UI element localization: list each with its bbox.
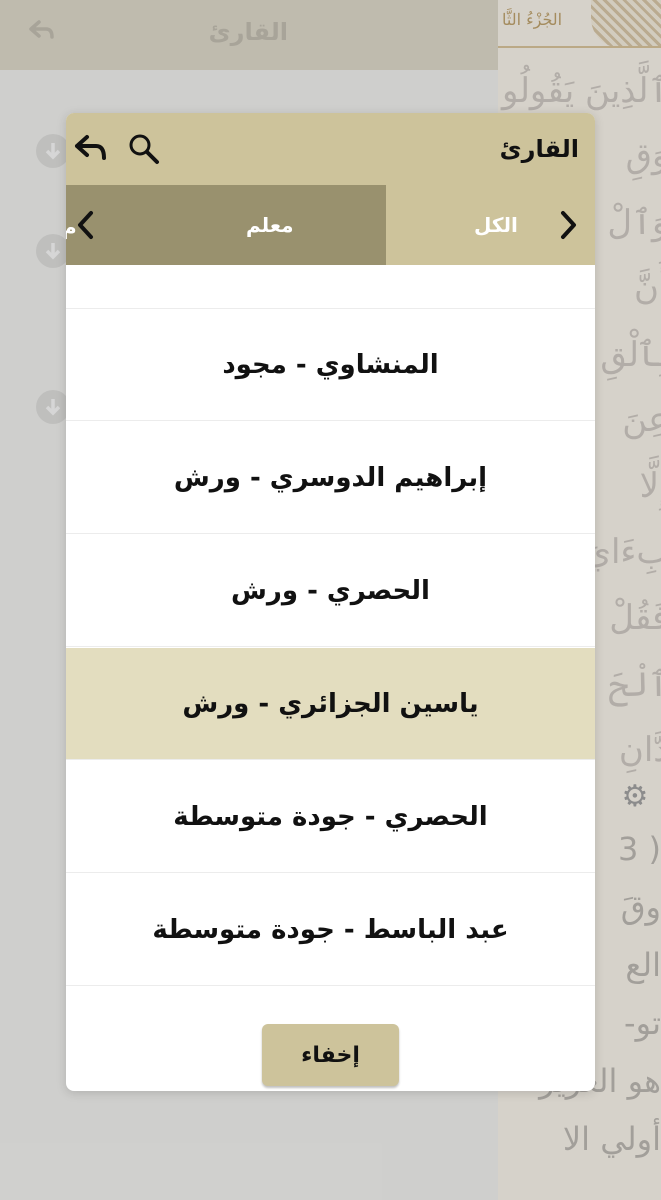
reciter-item[interactable]: عبد الباسط - جودة متوسطة bbox=[66, 874, 595, 986]
reciter-name: الحصري - جودة متوسطة bbox=[173, 801, 488, 832]
dialog-header: القارئ bbox=[66, 113, 595, 185]
back-arrow-icon[interactable] bbox=[72, 131, 110, 165]
dialog-title: القارئ bbox=[499, 135, 579, 163]
reciter-list[interactable]: المنشاوي - مجود إبراهيم الدوسري - ورش الحص… bbox=[66, 265, 595, 989]
reciter-item[interactable]: ياسين الجزائري - ورش bbox=[66, 648, 595, 760]
chevron-right-icon[interactable] bbox=[556, 207, 582, 243]
tab-teacher[interactable]: م معلم bbox=[66, 185, 386, 265]
chevron-left-icon[interactable] bbox=[72, 207, 98, 243]
reciter-name: إبراهيم الدوسري - ورش bbox=[173, 462, 488, 493]
tab-bar: م معلم الكل bbox=[66, 185, 595, 265]
hide-button-label: إخفاء bbox=[301, 1042, 360, 1068]
reciter-name: الحصري - ورش bbox=[231, 575, 430, 606]
tab-teacher-label: معلم bbox=[246, 213, 294, 237]
reciter-name: ياسين الجزائري - ورش bbox=[182, 688, 479, 719]
reciter-item[interactable]: الحصري - جودة متوسطة bbox=[66, 761, 595, 873]
list-item[interactable] bbox=[66, 265, 595, 309]
search-icon[interactable] bbox=[126, 131, 162, 167]
hide-button[interactable]: إخفاء bbox=[262, 1024, 399, 1086]
reciter-name: عبد الباسط - جودة متوسطة bbox=[152, 914, 509, 945]
reciter-dialog: القارئ م معلم الكل المنشاوي - مجود إبراهي… bbox=[66, 113, 595, 1091]
reciter-item[interactable]: الحصري - ورش bbox=[66, 535, 595, 647]
reciter-name: المنشاوي - مجود bbox=[222, 349, 439, 380]
reciter-item[interactable]: إبراهيم الدوسري - ورش bbox=[66, 422, 595, 534]
tab-all-label: الكل bbox=[474, 213, 518, 237]
reciter-item[interactable]: المنشاوي - مجود bbox=[66, 309, 595, 421]
